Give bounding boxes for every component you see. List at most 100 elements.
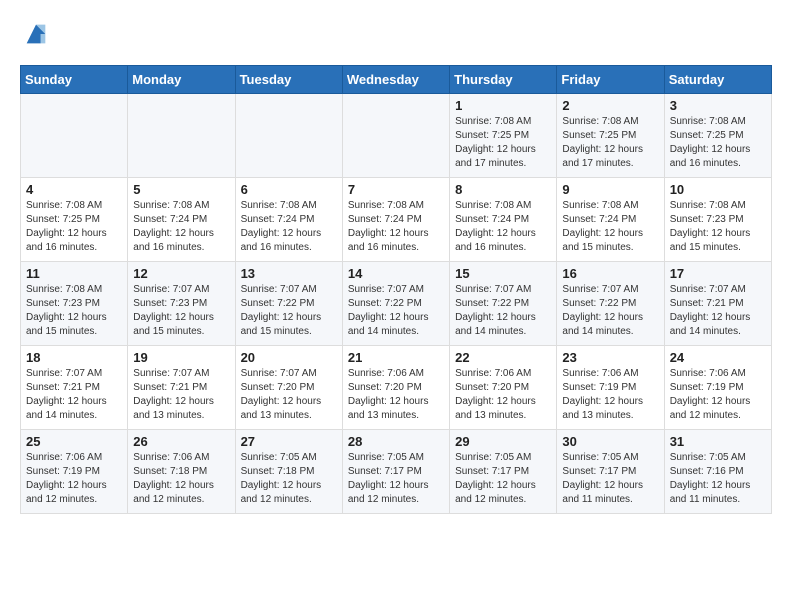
day-info: Sunrise: 7:07 AM Sunset: 7:22 PM Dayligh… [348,283,444,339]
day-number: 25 [26,434,122,449]
day-info: Sunrise: 7:05 AM Sunset: 7:17 PM Dayligh… [455,451,551,507]
day-number: 20 [241,350,337,365]
calendar-cell: 14 Sunrise: 7:07 AM Sunset: 7:22 PM Dayli… [342,262,449,346]
day-number: 6 [241,182,337,197]
day-number: 23 [562,350,658,365]
weekday-tuesday: Tuesday [235,66,342,94]
calendar-cell: 25 Sunrise: 7:06 AM Sunset: 7:19 PM Dayli… [21,430,128,514]
weekday-friday: Friday [557,66,664,94]
day-number: 24 [670,350,766,365]
day-info: Sunrise: 7:07 AM Sunset: 7:23 PM Dayligh… [133,283,229,339]
day-info: Sunrise: 7:07 AM Sunset: 7:21 PM Dayligh… [133,367,229,423]
day-number: 7 [348,182,444,197]
day-number: 3 [670,98,766,113]
day-number: 8 [455,182,551,197]
day-info: Sunrise: 7:07 AM Sunset: 7:20 PM Dayligh… [241,367,337,423]
day-number: 1 [455,98,551,113]
calendar-cell: 10Sunrise: 7:08 AM Sunset: 7:23 PM Dayli… [664,178,771,262]
page: SundayMondayTuesdayWednesdayThursdayFrid… [0,0,792,524]
week-row-2: 4Sunrise: 7:08 AM Sunset: 7:25 PM Daylig… [21,178,772,262]
day-info: Sunrise: 7:06 AM Sunset: 7:18 PM Dayligh… [133,451,229,507]
calendar-cell: 15 Sunrise: 7:07 AM Sunset: 7:22 PM Dayli… [450,262,557,346]
day-number: 15 [455,266,551,281]
day-info: Sunrise: 7:08 AM Sunset: 7:24 PM Dayligh… [241,199,337,255]
day-number: 21 [348,350,444,365]
day-number: 10 [670,182,766,197]
weekday-wednesday: Wednesday [342,66,449,94]
calendar-cell [235,94,342,178]
day-info: Sunrise: 7:08 AM Sunset: 7:23 PM Dayligh… [26,283,122,339]
calendar-cell [342,94,449,178]
calendar-cell: 9Sunrise: 7:08 AM Sunset: 7:24 PM Daylig… [557,178,664,262]
day-info: Sunrise: 7:07 AM Sunset: 7:21 PM Dayligh… [26,367,122,423]
weekday-thursday: Thursday [450,66,557,94]
day-info: Sunrise: 7:08 AM Sunset: 7:25 PM Dayligh… [562,115,658,171]
calendar-cell [21,94,128,178]
week-row-5: 25 Sunrise: 7:06 AM Sunset: 7:19 PM Dayli… [21,430,772,514]
header [20,20,772,53]
calendar-cell: 16 Sunrise: 7:07 AM Sunset: 7:22 PM Dayli… [557,262,664,346]
calendar-cell: 19 Sunrise: 7:07 AM Sunset: 7:21 PM Dayli… [128,346,235,430]
day-info: Sunrise: 7:08 AM Sunset: 7:24 PM Dayligh… [455,199,551,255]
calendar-cell: 20 Sunrise: 7:07 AM Sunset: 7:20 PM Dayli… [235,346,342,430]
day-info: Sunrise: 7:05 AM Sunset: 7:18 PM Dayligh… [241,451,337,507]
weekday-monday: Monday [128,66,235,94]
calendar-cell: 21 Sunrise: 7:06 AM Sunset: 7:20 PM Dayli… [342,346,449,430]
day-number: 29 [455,434,551,449]
day-number: 22 [455,350,551,365]
day-number: 2 [562,98,658,113]
day-number: 27 [241,434,337,449]
calendar-cell: 18 Sunrise: 7:07 AM Sunset: 7:21 PM Dayli… [21,346,128,430]
week-row-4: 18 Sunrise: 7:07 AM Sunset: 7:21 PM Dayli… [21,346,772,430]
day-info: Sunrise: 7:05 AM Sunset: 7:16 PM Dayligh… [670,451,766,507]
calendar-cell: 12 Sunrise: 7:07 AM Sunset: 7:23 PM Dayli… [128,262,235,346]
calendar-cell: 17 Sunrise: 7:07 AM Sunset: 7:21 PM Dayli… [664,262,771,346]
day-info: Sunrise: 7:06 AM Sunset: 7:19 PM Dayligh… [562,367,658,423]
weekday-saturday: Saturday [664,66,771,94]
logo [20,20,50,53]
calendar-cell: 27 Sunrise: 7:05 AM Sunset: 7:18 PM Dayli… [235,430,342,514]
calendar-cell: 3 Sunrise: 7:08 AM Sunset: 7:25 PM Daylig… [664,94,771,178]
day-number: 4 [26,182,122,197]
calendar-cell: 2 Sunrise: 7:08 AM Sunset: 7:25 PM Daylig… [557,94,664,178]
weekday-header-row: SundayMondayTuesdayWednesdayThursdayFrid… [21,66,772,94]
calendar-cell: 26 Sunrise: 7:06 AM Sunset: 7:18 PM Dayli… [128,430,235,514]
day-info: Sunrise: 7:06 AM Sunset: 7:20 PM Dayligh… [348,367,444,423]
day-number: 9 [562,182,658,197]
day-number: 14 [348,266,444,281]
day-info: Sunrise: 7:07 AM Sunset: 7:21 PM Dayligh… [670,283,766,339]
day-info: Sunrise: 7:08 AM Sunset: 7:25 PM Dayligh… [455,115,551,171]
calendar-cell: 1 Sunrise: 7:08 AM Sunset: 7:25 PM Daylig… [450,94,557,178]
day-number: 16 [562,266,658,281]
calendar-cell: 6 Sunrise: 7:08 AM Sunset: 7:24 PM Daylig… [235,178,342,262]
day-number: 11 [26,266,122,281]
calendar-cell: 11 Sunrise: 7:08 AM Sunset: 7:23 PM Dayli… [21,262,128,346]
calendar-cell: 31 Sunrise: 7:05 AM Sunset: 7:16 PM Dayli… [664,430,771,514]
day-number: 13 [241,266,337,281]
day-info: Sunrise: 7:06 AM Sunset: 7:19 PM Dayligh… [670,367,766,423]
day-info: Sunrise: 7:07 AM Sunset: 7:22 PM Dayligh… [455,283,551,339]
day-number: 19 [133,350,229,365]
day-number: 28 [348,434,444,449]
day-number: 17 [670,266,766,281]
day-info: Sunrise: 7:06 AM Sunset: 7:20 PM Dayligh… [455,367,551,423]
day-info: Sunrise: 7:08 AM Sunset: 7:24 PM Dayligh… [348,199,444,255]
day-number: 12 [133,266,229,281]
calendar-cell: 23 Sunrise: 7:06 AM Sunset: 7:19 PM Dayli… [557,346,664,430]
day-info: Sunrise: 7:07 AM Sunset: 7:22 PM Dayligh… [562,283,658,339]
day-number: 26 [133,434,229,449]
calendar-cell: 22 Sunrise: 7:06 AM Sunset: 7:20 PM Dayli… [450,346,557,430]
day-number: 30 [562,434,658,449]
calendar-cell: 4Sunrise: 7:08 AM Sunset: 7:25 PM Daylig… [21,178,128,262]
calendar-cell: 5Sunrise: 7:08 AM Sunset: 7:24 PM Daylig… [128,178,235,262]
calendar-cell: 24 Sunrise: 7:06 AM Sunset: 7:19 PM Dayli… [664,346,771,430]
calendar-cell: 13Sunrise: 7:07 AM Sunset: 7:22 PM Dayli… [235,262,342,346]
day-number: 31 [670,434,766,449]
week-row-3: 11 Sunrise: 7:08 AM Sunset: 7:23 PM Dayli… [21,262,772,346]
calendar-cell: 7 Sunrise: 7:08 AM Sunset: 7:24 PM Daylig… [342,178,449,262]
day-info: Sunrise: 7:05 AM Sunset: 7:17 PM Dayligh… [562,451,658,507]
day-info: Sunrise: 7:08 AM Sunset: 7:25 PM Dayligh… [670,115,766,171]
day-number: 18 [26,350,122,365]
day-info: Sunrise: 7:06 AM Sunset: 7:19 PM Dayligh… [26,451,122,507]
calendar-cell [128,94,235,178]
